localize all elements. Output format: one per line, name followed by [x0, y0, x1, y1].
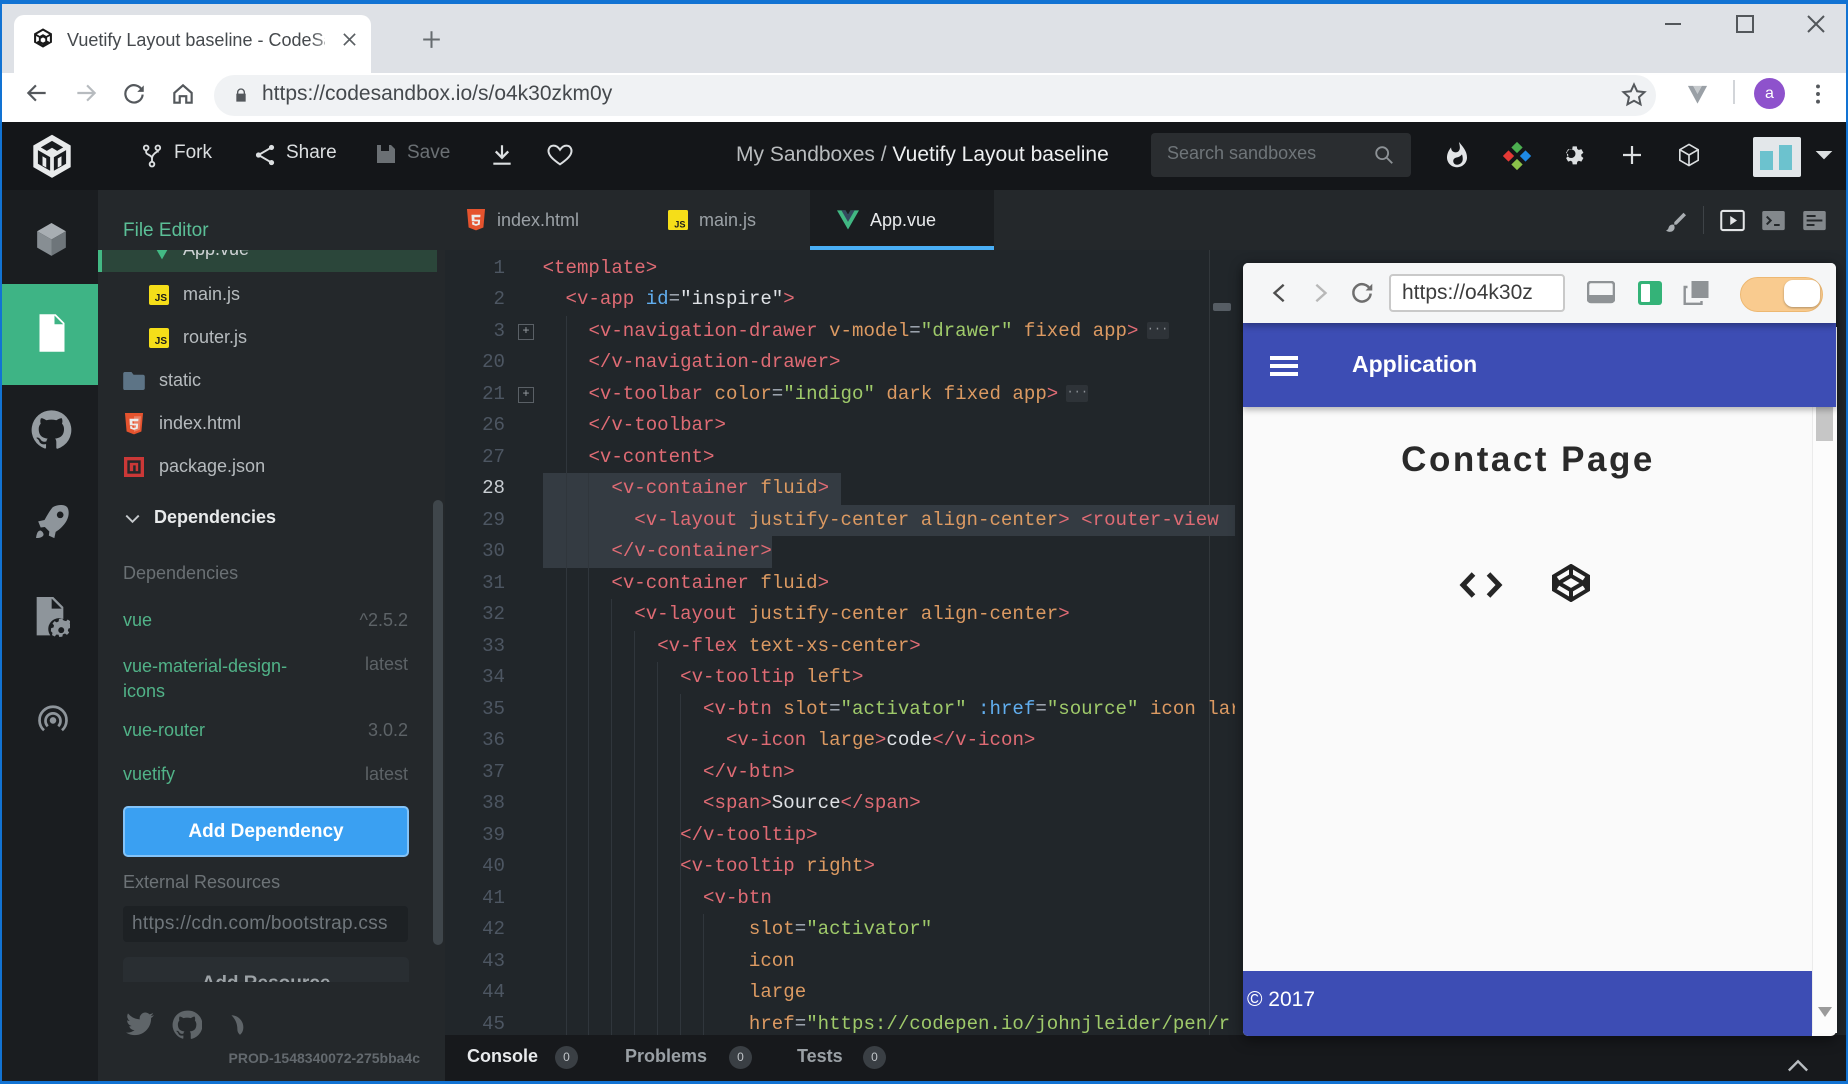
svg-text:JS: JS — [674, 220, 685, 230]
